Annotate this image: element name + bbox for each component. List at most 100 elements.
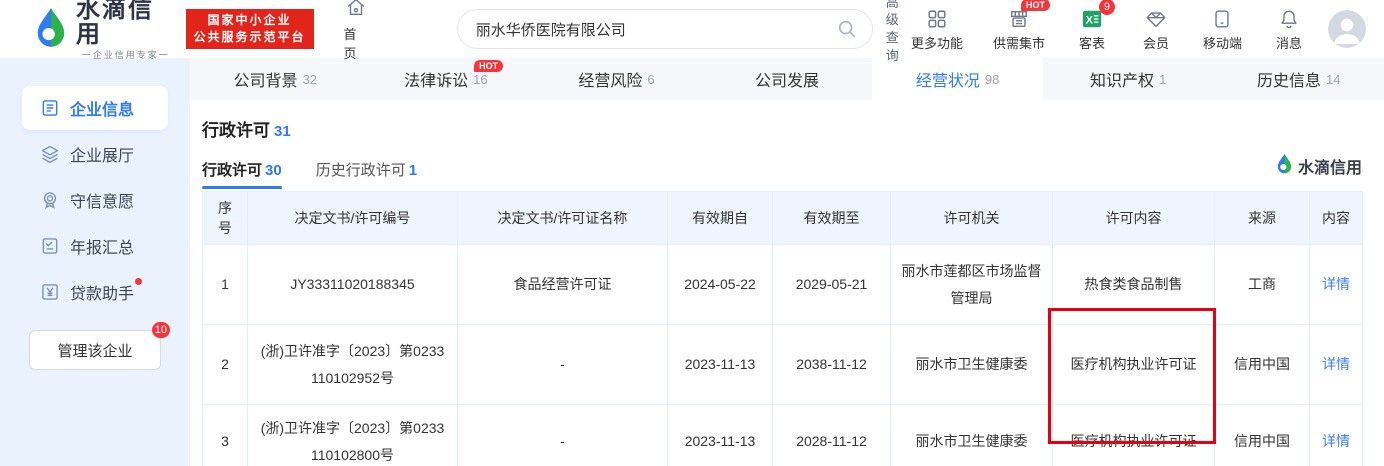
yen-icon: [40, 282, 60, 302]
detail-link[interactable]: 详情: [1322, 276, 1350, 292]
grid-icon: [926, 7, 948, 31]
table-cell: 2024-05-22: [668, 245, 773, 325]
table-header-row: 序号决定文书/许可编号决定文书/许可证名称有效期自有效期至许可机关许可内容来源内…: [203, 192, 1363, 245]
company-search-box: [457, 9, 873, 49]
table-cell: 工商: [1215, 245, 1310, 325]
nav-item-mobile[interactable]: 移动端: [1203, 7, 1242, 52]
top-header: 水滴信用 一企业信用专家一 国家中小企业 公共服务示范平台 首页 高级 查询 更…: [0, 0, 1384, 58]
subtab-count: 30: [265, 162, 282, 179]
tab-count: 6: [647, 72, 654, 87]
tab-count: 16: [473, 72, 487, 87]
table-cell: 食品经营许可证: [458, 245, 668, 325]
sidebar-item[interactable]: 贷款助手: [22, 270, 168, 314]
table-cell: 2: [203, 325, 248, 405]
table-row: 2(浙)卫许准字〔2023〕第0233110102952号-2023-11-13…: [203, 325, 1363, 405]
tab[interactable]: 公司背景32: [190, 58, 361, 100]
sidebar-item-label: 年报汇总: [70, 234, 134, 258]
table-cell: 2028-11-12: [773, 405, 891, 466]
nav-item-diamond[interactable]: 会员: [1139, 7, 1173, 52]
table-cell: 医疗机构执业许可证: [1053, 325, 1215, 405]
gov-certification-badge: 国家中小企业 公共服务示范平台: [186, 9, 314, 50]
sidebar-item[interactable]: 企业展厅: [22, 132, 168, 176]
report-icon: [40, 236, 60, 256]
table-column-header: 决定文书/许可编号: [248, 192, 458, 245]
sidebar-item-label: 贷款助手: [70, 280, 134, 304]
subtab-count: 1: [409, 162, 417, 179]
mobile-icon: [1211, 7, 1233, 31]
section-count: 31: [274, 123, 291, 140]
search-icon[interactable]: [836, 18, 858, 40]
detail-link[interactable]: 详情: [1322, 433, 1350, 449]
nav-item-market[interactable]: HOT 供需集市: [993, 7, 1045, 52]
brand-title: 水滴信用: [76, 0, 176, 47]
nav-item-label: 客表: [1079, 33, 1105, 52]
tab[interactable]: 经营风险6: [531, 58, 702, 100]
excel-icon: X9: [1081, 7, 1103, 31]
section-tabbar: 公司背景32法律诉讼16HOT经营风险6公司发展经营状况98知识产权1历史信息1…: [190, 58, 1384, 100]
table-column-header: 序号: [203, 192, 248, 245]
table-row: 3(浙)卫许准字〔2023〕第0233110102800号-2023-11-13…: [203, 405, 1363, 466]
hot-badge: HOT: [1021, 0, 1050, 11]
nav-item-label: 更多功能: [911, 33, 963, 52]
sidebar-item[interactable]: 年报汇总: [22, 224, 168, 268]
table-column-header: 有效期自: [668, 192, 773, 245]
table-cell: 医疗机构执业许可证: [1053, 405, 1215, 466]
tab-label: 知识产权: [1090, 67, 1154, 91]
subtab-label: 行政许可: [202, 162, 262, 179]
sidebar-items: 企业信息企业展厅守信意愿年报汇总贷款助手: [0, 86, 190, 314]
table-row: 1JY33311020188345食品经营许可证2024-05-222029-0…: [203, 245, 1363, 325]
sidebar-item[interactable]: 企业信息: [22, 86, 168, 130]
table-cell: 1: [203, 245, 248, 325]
table-cell-detail: 详情: [1310, 405, 1363, 466]
table-cell: JY33311020188345: [248, 245, 458, 325]
subtab-row: 行政许可30历史行政许可1 水滴信用: [202, 159, 1372, 189]
subtab-label: 历史行政许可: [316, 162, 406, 179]
sidebar-item-label: 守信意愿: [70, 188, 134, 212]
sidebar-item-label: 企业展厅: [70, 142, 134, 166]
table-column-header: 来源: [1215, 192, 1310, 245]
search-input[interactable]: [476, 21, 836, 38]
table-cell: 信用中国: [1215, 325, 1310, 405]
nav-item-label: 会员: [1143, 33, 1169, 52]
tab-label: 历史信息: [1257, 67, 1321, 91]
subtab[interactable]: 行政许可30: [202, 159, 282, 189]
user-avatar[interactable]: [1328, 10, 1366, 48]
detail-link[interactable]: 详情: [1322, 356, 1350, 372]
diamond-icon: [1144, 7, 1168, 31]
table-column-header: 内容: [1310, 192, 1363, 245]
advanced-query-button[interactable]: 高级 查询: [886, 0, 911, 64]
table-cell: 丽水市莲都区市场监督管理局: [891, 245, 1053, 325]
table-cell-detail: 详情: [1310, 325, 1363, 405]
subtab[interactable]: 历史行政许可1: [316, 159, 417, 189]
nav-item-bell[interactable]: 消息: [1272, 7, 1306, 52]
tab[interactable]: 知识产权1: [1043, 58, 1214, 100]
nav-item-excel[interactable]: X9 客表: [1075, 7, 1109, 52]
table-cell: 热食类食品制售: [1053, 245, 1215, 325]
watermark: 水滴信用: [1276, 153, 1362, 179]
tab[interactable]: 法律诉讼16HOT: [361, 58, 532, 100]
tab[interactable]: 历史信息14: [1213, 58, 1384, 100]
droplet-logo-icon: [34, 6, 68, 53]
table-cell: -: [458, 325, 668, 405]
market-icon: HOT: [1008, 7, 1030, 31]
table-cell: 信用中国: [1215, 405, 1310, 466]
table-cell: 2038-11-12: [773, 325, 891, 405]
tab-label: 法律诉讼: [404, 67, 468, 91]
license-table-wrap: 序号决定文书/许可编号决定文书/许可证名称有效期自有效期至许可机关许可内容来源内…: [202, 191, 1372, 466]
table-cell: 丽水市卫生健康委: [891, 405, 1053, 466]
section-title: 行政许可31: [202, 116, 1372, 141]
table-cell: 2029-05-21: [773, 245, 891, 325]
table-column-header: 许可机关: [891, 192, 1053, 245]
home-button[interactable]: 首页: [344, 0, 369, 62]
nav-item-grid[interactable]: 更多功能: [911, 7, 963, 52]
sidebar-item[interactable]: 守信意愿: [22, 178, 168, 222]
tab[interactable]: 经营状况98: [872, 58, 1043, 100]
tab[interactable]: 公司发展: [702, 58, 873, 100]
table-cell-detail: 详情: [1310, 245, 1363, 325]
droplet-watermark-icon: [1276, 153, 1293, 179]
manage-company-button[interactable]: 管理该企业 10: [29, 330, 161, 370]
nav-item-label: 消息: [1276, 33, 1302, 52]
brand-logo[interactable]: 水滴信用 一企业信用专家一: [34, 0, 176, 61]
nav-item-label: 供需集市: [993, 33, 1045, 52]
header-nav: 更多功能 HOT 供需集市 X9 客表 会员 移动端消息: [911, 7, 1306, 52]
